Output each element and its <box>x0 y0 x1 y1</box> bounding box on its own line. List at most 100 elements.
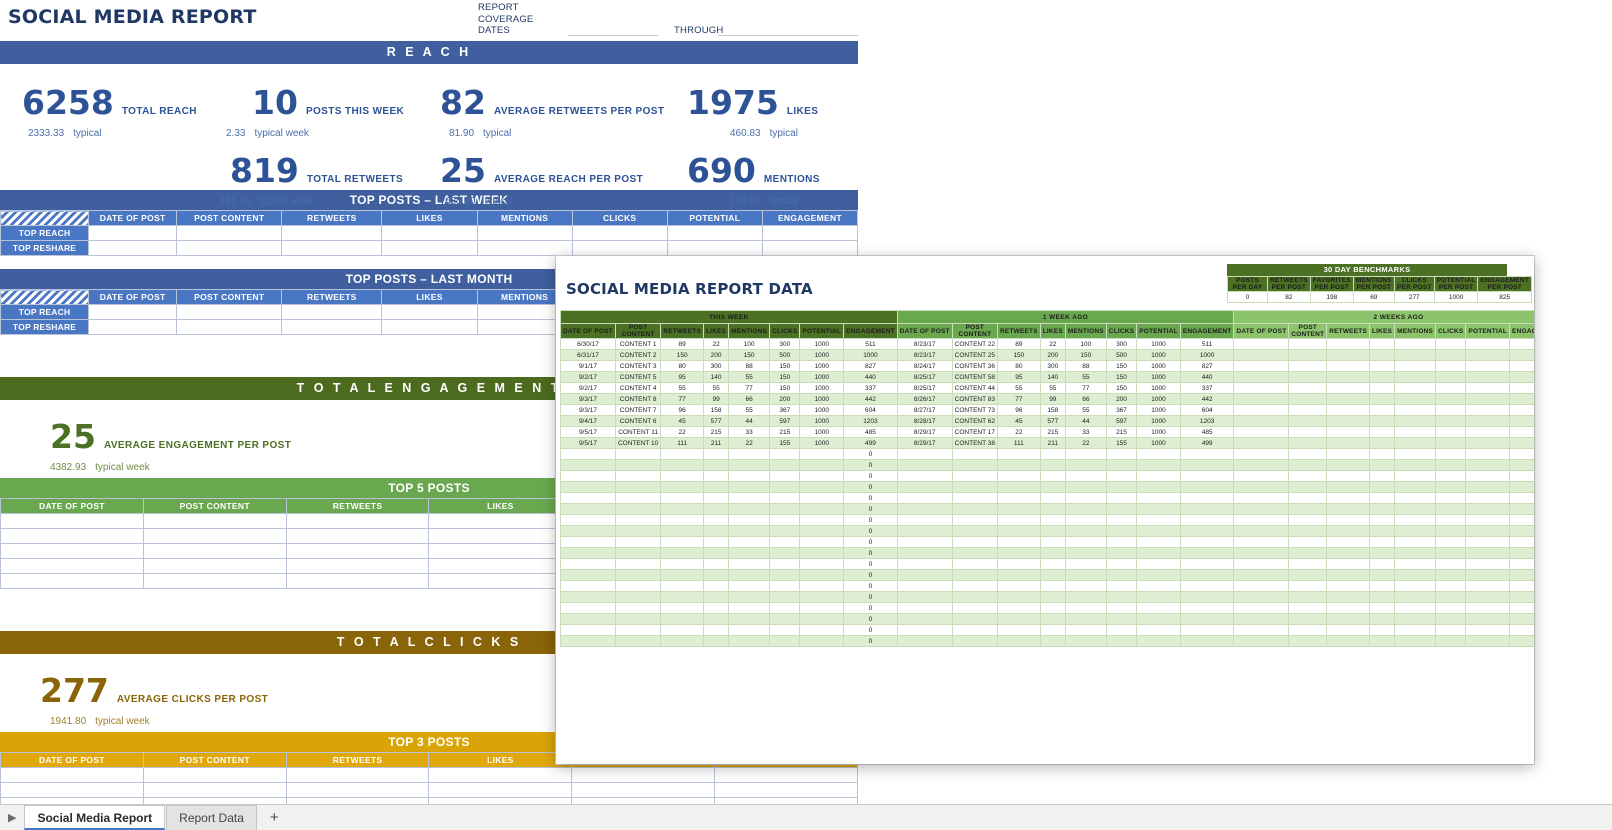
cell-tw-r1-c0[interactable]: 6/31/17 <box>561 350 616 361</box>
cell-1w-r18-c3[interactable] <box>1040 537 1065 548</box>
cell-tw-r16-c7[interactable]: 0 <box>844 515 898 526</box>
cell-tw-r5-c2[interactable]: 77 <box>661 394 704 405</box>
cell-1w-r1-c4[interactable]: 150 <box>1065 350 1106 361</box>
cell-2w-r23-c0[interactable] <box>1234 592 1289 603</box>
cell-r0-c4[interactable] <box>477 226 572 241</box>
cell-tw-r12-c7[interactable]: 0 <box>844 471 898 482</box>
cell-2w-r9-c7[interactable] <box>1510 438 1534 449</box>
data-row[interactable]: 9/2/17CONTENT 455557715010003378/25/17CO… <box>561 383 1535 394</box>
cell-2w-r20-c6[interactable] <box>1466 559 1510 570</box>
cell-1w-r15-c5[interactable] <box>1106 504 1136 515</box>
cell-1w-r5-c5[interactable]: 200 <box>1106 394 1136 405</box>
cell-2w-r7-c6[interactable] <box>1466 416 1510 427</box>
cell-1w-r22-c1[interactable] <box>952 581 997 592</box>
cell-2w-r12-c2[interactable] <box>1327 471 1370 482</box>
cell-r0-c7[interactable] <box>762 226 857 241</box>
cell-2w-r8-c7[interactable] <box>1510 427 1534 438</box>
cell-1w-r4-c5[interactable]: 150 <box>1106 383 1136 394</box>
cell-1w-r10-c2[interactable] <box>998 449 1041 460</box>
cell-2w-r21-c7[interactable] <box>1510 570 1534 581</box>
report-data-window[interactable]: SOCIAL MEDIA REPORT DATA 30 DAY BENCHMAR… <box>556 256 1534 764</box>
cell-2w-r16-c0[interactable] <box>1234 515 1289 526</box>
cell-2w-r1-c7[interactable] <box>1510 350 1534 361</box>
cell-1w-r3-c2[interactable]: 95 <box>998 372 1041 383</box>
cell-r0-c5[interactable] <box>715 768 858 783</box>
cell-tw-r21-c3[interactable] <box>704 570 729 581</box>
cell-2w-r9-c4[interactable] <box>1395 438 1436 449</box>
cell-2w-r14-c2[interactable] <box>1327 493 1370 504</box>
cell-2w-r18-c6[interactable] <box>1466 537 1510 548</box>
cell-r0-c2[interactable] <box>286 768 429 783</box>
cell-1w-r26-c4[interactable] <box>1065 625 1106 636</box>
cell-tw-r5-c4[interactable]: 66 <box>729 394 770 405</box>
cell-2w-r8-c0[interactable] <box>1234 427 1289 438</box>
cell-r0-c1[interactable] <box>177 305 282 320</box>
cell-tw-r25-c1[interactable] <box>615 614 660 625</box>
cell-2w-r19-c6[interactable] <box>1466 548 1510 559</box>
cell-2w-r3-c7[interactable] <box>1510 372 1534 383</box>
cell-2w-r6-c0[interactable] <box>1234 405 1289 416</box>
cell-1w-r20-c1[interactable] <box>952 559 997 570</box>
cell-tw-r7-c0[interactable]: 9/4/17 <box>561 416 616 427</box>
cell-tw-r18-c3[interactable] <box>704 537 729 548</box>
cell-tw-r27-c3[interactable] <box>704 636 729 647</box>
cell-1w-r27-c1[interactable] <box>952 636 997 647</box>
cell-2w-r22-c2[interactable] <box>1327 581 1370 592</box>
cell-tw-r19-c2[interactable] <box>661 548 704 559</box>
cell-r0-c1[interactable] <box>177 226 282 241</box>
cell-2w-r19-c5[interactable] <box>1436 548 1466 559</box>
cell-tw-r3-c0[interactable]: 9/2/17 <box>561 372 616 383</box>
cell-tw-r9-c5[interactable]: 155 <box>770 438 800 449</box>
cell-2w-r12-c0[interactable] <box>1234 471 1289 482</box>
cell-tw-r10-c5[interactable] <box>770 449 800 460</box>
cell-tw-r19-c0[interactable] <box>561 548 616 559</box>
cell-2w-r11-c5[interactable] <box>1436 460 1466 471</box>
cell-2w-r22-c1[interactable] <box>1289 581 1327 592</box>
cell-tw-r26-c1[interactable] <box>615 625 660 636</box>
cell-tw-r12-c1[interactable] <box>615 471 660 482</box>
cell-1w-r9-c5[interactable]: 155 <box>1106 438 1136 449</box>
cell-tw-r9-c6[interactable]: 1000 <box>800 438 844 449</box>
cell-tw-r6-c2[interactable]: 96 <box>661 405 704 416</box>
cell-1w-r8-c3[interactable]: 215 <box>1040 427 1065 438</box>
cell-tw-r5-c1[interactable]: CONTENT 8 <box>615 394 660 405</box>
cell-tw-r11-c5[interactable] <box>770 460 800 471</box>
cell-tw-r7-c4[interactable]: 44 <box>729 416 770 427</box>
cell-r2-c3[interactable] <box>429 544 572 559</box>
cell-r1-c0[interactable] <box>89 241 177 256</box>
cell-2w-r24-c6[interactable] <box>1466 603 1510 614</box>
cell-1w-r0-c5[interactable]: 300 <box>1106 339 1136 350</box>
cell-1w-r26-c1[interactable] <box>952 625 997 636</box>
cell-tw-r2-c4[interactable]: 88 <box>729 361 770 372</box>
cell-2w-r27-c7[interactable] <box>1510 636 1534 647</box>
cell-tw-r16-c0[interactable] <box>561 515 616 526</box>
cell-2w-r23-c6[interactable] <box>1466 592 1510 603</box>
cell-1w-r14-c6[interactable] <box>1137 493 1181 504</box>
cell-1w-r8-c1[interactable]: CONTENT 17 <box>952 427 997 438</box>
data-row[interactable]: 0 <box>561 614 1535 625</box>
cell-1w-r21-c1[interactable] <box>952 570 997 581</box>
cell-tw-r23-c7[interactable]: 0 <box>844 592 898 603</box>
cell-tw-r11-c6[interactable] <box>800 460 844 471</box>
cell-2w-r12-c1[interactable] <box>1289 471 1327 482</box>
cell-tw-r10-c3[interactable] <box>704 449 729 460</box>
cell-2w-r7-c4[interactable] <box>1395 416 1436 427</box>
cell-r0-c2[interactable] <box>282 305 382 320</box>
cell-1w-r26-c7[interactable] <box>1180 625 1234 636</box>
cell-1w-r7-c3[interactable]: 577 <box>1040 416 1065 427</box>
cell-1w-r19-c3[interactable] <box>1040 548 1065 559</box>
cell-1w-r11-c1[interactable] <box>952 460 997 471</box>
cell-1w-r13-c7[interactable] <box>1180 482 1234 493</box>
cell-2w-r12-c3[interactable] <box>1369 471 1394 482</box>
cell-2w-r20-c7[interactable] <box>1510 559 1534 570</box>
cell-r1-c5[interactable] <box>715 783 858 798</box>
cell-r1-c3[interactable] <box>429 529 572 544</box>
cell-tw-r17-c7[interactable]: 0 <box>844 526 898 537</box>
cell-tw-r0-c3[interactable]: 22 <box>704 339 729 350</box>
cell-2w-r24-c3[interactable] <box>1369 603 1394 614</box>
cell-tw-r15-c1[interactable] <box>615 504 660 515</box>
cell-2w-r23-c5[interactable] <box>1436 592 1466 603</box>
cell-1w-r15-c3[interactable] <box>1040 504 1065 515</box>
cell-tw-r1-c6[interactable]: 1000 <box>800 350 844 361</box>
cell-1w-r25-c0[interactable] <box>897 614 952 625</box>
